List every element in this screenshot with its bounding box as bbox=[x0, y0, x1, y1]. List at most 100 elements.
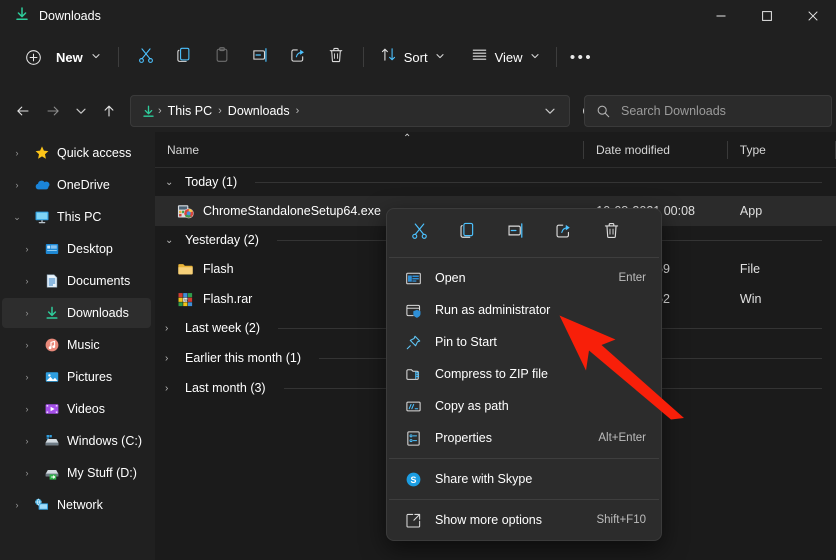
context-menu-item-pin-to-start[interactable]: Pin to Start bbox=[390, 326, 658, 358]
group-label: Yesterday (2) bbox=[185, 233, 259, 247]
group-label: Earlier this month (1) bbox=[185, 351, 302, 365]
cut-button[interactable] bbox=[127, 41, 165, 73]
search-input[interactable]: Search Downloads bbox=[621, 104, 726, 118]
address-bar[interactable]: › This PC › Downloads › bbox=[130, 95, 570, 127]
context-share-button[interactable] bbox=[539, 216, 587, 250]
context-copy-button[interactable] bbox=[443, 216, 491, 250]
paste-button[interactable] bbox=[203, 41, 241, 73]
forward-button[interactable] bbox=[38, 96, 68, 126]
close-button[interactable] bbox=[790, 0, 836, 32]
chevron-right-icon[interactable]: › bbox=[18, 436, 36, 446]
file-name-label: Flash bbox=[203, 262, 234, 276]
copy-button[interactable] bbox=[165, 41, 203, 73]
up-button[interactable] bbox=[94, 96, 124, 126]
recent-locations-button[interactable] bbox=[68, 96, 94, 126]
minimize-button[interactable] bbox=[698, 0, 744, 32]
downloads-arrow-icon bbox=[43, 305, 60, 322]
rename-button[interactable] bbox=[241, 41, 279, 73]
search-icon bbox=[596, 104, 611, 119]
chevron-down-icon bbox=[530, 48, 540, 66]
new-button[interactable]: New bbox=[14, 41, 110, 73]
context-delete-button[interactable] bbox=[587, 216, 635, 250]
chevron-down-icon bbox=[435, 48, 445, 66]
sidebar-item-network[interactable]: › Network bbox=[2, 490, 151, 520]
back-button[interactable] bbox=[8, 96, 38, 126]
chevron-down-icon[interactable]: ⌄ bbox=[165, 177, 177, 188]
chevron-down-icon[interactable]: ⌄ bbox=[165, 235, 177, 246]
properties-icon bbox=[404, 429, 423, 448]
search-box[interactable]: Search Downloads bbox=[584, 95, 832, 127]
breadcrumb-this-pc[interactable]: This PC bbox=[164, 104, 216, 118]
chevron-right-icon[interactable]: › bbox=[18, 308, 36, 318]
column-header-date-modified[interactable]: Date modified bbox=[584, 132, 728, 168]
sidebar-item-my-stuff-d[interactable]: › My Stuff (D:) bbox=[2, 458, 151, 488]
context-menu-item-share-with-skype[interactable]: S Share with Skype bbox=[390, 463, 658, 495]
skype-icon: S bbox=[404, 470, 423, 489]
context-menu-item-label: Copy as path bbox=[435, 399, 509, 413]
context-menu-item-properties[interactable]: Properties Alt+Enter bbox=[390, 422, 658, 454]
sidebar-item-windows-c[interactable]: › Windows (C:) bbox=[2, 426, 151, 456]
sidebar-item-music[interactable]: › Music bbox=[2, 330, 151, 360]
network-icon bbox=[33, 497, 50, 514]
sidebar-item-onedrive[interactable]: › OneDrive bbox=[2, 170, 151, 200]
context-menu-item-run-as-administrator[interactable]: Run as administrator bbox=[390, 294, 658, 326]
trash-icon bbox=[602, 221, 621, 245]
sidebar-item-label: Quick access bbox=[57, 146, 132, 160]
picture-icon bbox=[43, 369, 60, 386]
context-menu-item-copy-as-path[interactable]: Copy as path bbox=[390, 390, 658, 422]
context-menu-item-show-more-options[interactable]: Show more options Shift+F10 bbox=[390, 504, 658, 536]
delete-button[interactable] bbox=[317, 41, 355, 73]
group-header-today[interactable]: ⌄ Today (1) bbox=[155, 168, 836, 196]
context-menu-item-open[interactable]: Open Enter bbox=[390, 262, 658, 294]
file-type-cell: Win bbox=[739, 292, 762, 306]
sort-button[interactable]: Sort bbox=[372, 41, 453, 73]
share-button[interactable] bbox=[279, 41, 317, 73]
view-button[interactable]: View bbox=[463, 41, 548, 73]
column-header-type[interactable]: Type bbox=[728, 132, 836, 168]
context-rename-button[interactable] bbox=[491, 216, 539, 250]
maximize-button[interactable] bbox=[744, 0, 790, 32]
document-icon bbox=[43, 273, 60, 290]
sidebar-item-this-pc[interactable]: ⌄ This PC bbox=[2, 202, 151, 232]
context-cut-button[interactable] bbox=[395, 216, 443, 250]
breadcrumb-downloads[interactable]: Downloads bbox=[224, 104, 294, 118]
scissors-icon bbox=[137, 46, 155, 69]
sidebar-item-downloads[interactable]: › Downloads bbox=[2, 298, 151, 328]
sidebar-item-documents[interactable]: › Documents bbox=[2, 266, 151, 296]
chevron-right-icon[interactable]: › bbox=[165, 323, 177, 334]
plus-circle-icon bbox=[18, 41, 48, 73]
trash-icon bbox=[327, 46, 345, 69]
context-menu: Open Enter Run as administrator Pin to S… bbox=[386, 208, 662, 541]
context-menu-divider-3 bbox=[389, 499, 659, 500]
downloads-arrow-icon bbox=[14, 6, 30, 27]
rename-icon bbox=[251, 46, 269, 69]
chevron-right-icon[interactable]: › bbox=[18, 244, 36, 254]
chevron-right-icon[interactable]: › bbox=[18, 372, 36, 382]
file-type-cell: File bbox=[739, 262, 761, 276]
chevron-right-icon[interactable]: › bbox=[8, 180, 26, 190]
desktop-icon bbox=[43, 241, 60, 258]
toolbar-divider-3 bbox=[555, 47, 557, 67]
chevron-right-icon[interactable]: › bbox=[8, 148, 26, 158]
sidebar-item-quick-access[interactable]: › Quick access bbox=[2, 138, 151, 168]
chevron-right-icon[interactable]: › bbox=[165, 383, 177, 394]
chevron-right-icon[interactable]: › bbox=[18, 340, 36, 350]
context-menu-item-compress-to-zip[interactable]: Compress to ZIP file bbox=[390, 358, 658, 390]
sidebar-item-videos[interactable]: › Videos bbox=[2, 394, 151, 424]
chevron-right-icon[interactable]: › bbox=[18, 404, 36, 414]
chevron-down-icon[interactable]: ⌄ bbox=[8, 212, 26, 223]
chevron-right-icon[interactable]: › bbox=[18, 468, 36, 478]
chevron-right-icon[interactable]: › bbox=[165, 353, 177, 364]
sidebar-item-pictures[interactable]: › Pictures bbox=[2, 362, 151, 392]
title-bar-left: Downloads bbox=[0, 6, 101, 27]
sidebar-item-desktop[interactable]: › Desktop bbox=[2, 234, 151, 264]
column-header-name[interactable]: Name ⌃ bbox=[155, 132, 584, 168]
chevron-right-icon[interactable]: › bbox=[18, 276, 36, 286]
chevron-down-icon[interactable] bbox=[537, 98, 563, 124]
see-more-button[interactable]: ••• bbox=[565, 41, 599, 73]
breadcrumb-separator: › bbox=[295, 105, 300, 117]
chevron-right-icon[interactable]: › bbox=[8, 500, 26, 510]
column-header-name-label: Name bbox=[167, 142, 200, 157]
group-divider bbox=[255, 181, 822, 183]
hard-drive-icon bbox=[43, 433, 60, 450]
